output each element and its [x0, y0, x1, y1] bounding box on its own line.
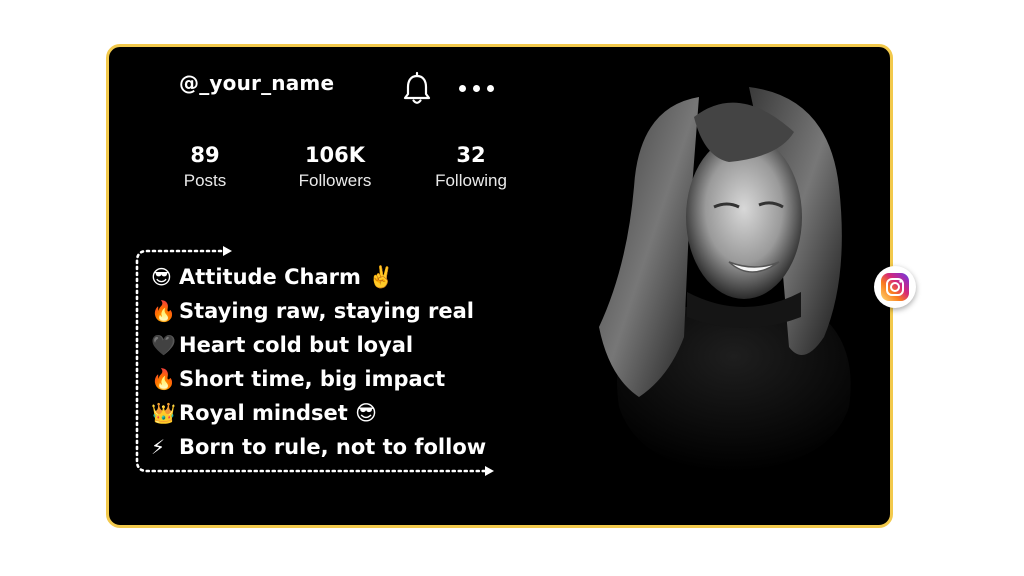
bio-text: Short time, big impact: [179, 367, 446, 391]
profile-card: @_your_name 89 Posts 106K Followers 32 F…: [106, 44, 893, 528]
bio-text: Attitude Charm ✌️: [179, 265, 395, 289]
more-dots-icon[interactable]: [459, 85, 494, 92]
bio-text: Heart cold but loyal: [179, 333, 414, 357]
bio-emoji: 🔥: [151, 367, 176, 391]
bio-text: Born to rule, not to follow: [179, 435, 487, 459]
bio-line: ⚡ Born to rule, not to follow: [151, 430, 486, 464]
bio-emoji: 😎: [151, 265, 172, 289]
bio-text: Royal mindset 😎: [179, 401, 378, 425]
stat-label: Followers: [298, 171, 372, 190]
bio-line: 🔥 Staying raw, staying real: [151, 294, 486, 328]
stat-posts[interactable]: 89 Posts: [150, 143, 260, 195]
stat-followers[interactable]: 106K Followers: [280, 143, 390, 195]
bio-emoji: 🖤: [151, 333, 176, 357]
bio-line: 🔥 Short time, big impact: [151, 362, 486, 396]
bio-line: 😎 Attitude Charm ✌️: [151, 260, 486, 294]
bio-emoji: 👑: [151, 401, 176, 425]
bio-line: 👑 Royal mindset 😎: [151, 396, 486, 430]
stat-value: 89: [190, 143, 220, 167]
stat-value: 32: [456, 143, 486, 167]
stat-following[interactable]: 32 Following: [416, 143, 526, 195]
bio-emoji: 🔥: [151, 299, 176, 323]
bio-text: Staying raw, staying real: [179, 299, 474, 323]
bio-line: 🖤 Heart cold but loyal: [151, 328, 486, 362]
instagram-icon[interactable]: [874, 266, 916, 308]
username[interactable]: @_your_name: [179, 71, 334, 95]
stat-label: Posts: [183, 171, 227, 190]
profile-photo: [599, 87, 851, 472]
stat-value: 106K: [304, 143, 366, 167]
bell-icon[interactable]: [401, 71, 433, 107]
stat-label: Following: [435, 171, 507, 190]
bio-emoji: ⚡: [151, 435, 166, 459]
bio: 😎 Attitude Charm ✌️ 🔥 Staying raw, staying…: [151, 260, 486, 464]
